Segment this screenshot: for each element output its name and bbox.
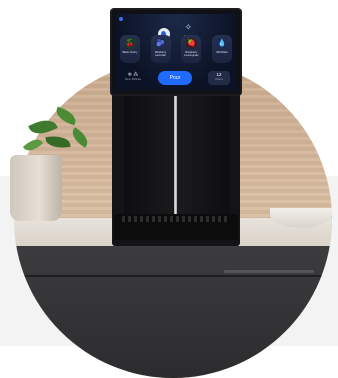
volume-control[interactable]: 12 Volume — [208, 71, 230, 85]
flavor-card-black-cherry[interactable]: 🍒 Black Cherry — [120, 35, 140, 63]
flavor-card-raspberry-lemongrass[interactable]: 🍓 Raspberry Lemongrass — [181, 35, 202, 63]
raspberry-icon: 🍓 — [185, 38, 197, 49]
dispense-nozzle — [174, 92, 177, 220]
product-photo-scene: ✧ Bubbles 🍒 Black Cherry 🫐 Blueberry Lav… — [0, 0, 338, 378]
bubbles-mode-button[interactable]: ✧ Bubbles — [181, 17, 195, 38]
cabinet-seam — [14, 275, 332, 277]
sparkling-icon: ✧ — [184, 22, 192, 32]
flavor-list: 🍒 Black Cherry 🫐 Blueberry Lavender 🍓 Ra… — [120, 35, 232, 63]
touchscreen: ✧ Bubbles 🍒 Black Cherry 🫐 Blueberry Lav… — [110, 8, 242, 96]
flavor-card-still-water[interactable]: 💧 Still Water — [211, 35, 232, 63]
mode-selector: ✧ Bubbles — [116, 17, 236, 40]
blueberry-icon: 🫐 — [155, 38, 167, 49]
cabinet-handle — [224, 270, 314, 273]
control-bar: ❄ ⁂ Temp Bubbles Pour 12 Volume — [120, 69, 232, 87]
volume-label: Volume — [215, 78, 223, 81]
touchscreen-display: ✧ Bubbles 🍒 Black Cherry 🫐 Blueberry Lav… — [116, 14, 236, 90]
flavor-label: Raspberry Lemongrass — [184, 51, 199, 57]
temp-bubbles-label: Temp Bubbles — [124, 78, 142, 81]
drip-tray-grate — [122, 216, 230, 222]
cabinet — [14, 246, 332, 378]
water-icon: 💧 — [216, 38, 228, 49]
flavor-card-blueberry-lavender[interactable]: 🫐 Blueberry Lavender — [150, 35, 171, 63]
cherry-icon: 🍒 — [124, 38, 136, 49]
pour-button[interactable]: Pour — [158, 71, 192, 85]
plant-pot — [10, 155, 62, 221]
flavor-label: Still Water — [216, 51, 228, 54]
flavor-label: Black Cherry — [122, 51, 138, 54]
flavor-label: Blueberry Lavender — [155, 51, 167, 57]
dispense-chamber — [124, 92, 230, 222]
temp-bubbles-control[interactable]: ❄ ⁂ Temp Bubbles — [122, 72, 144, 81]
